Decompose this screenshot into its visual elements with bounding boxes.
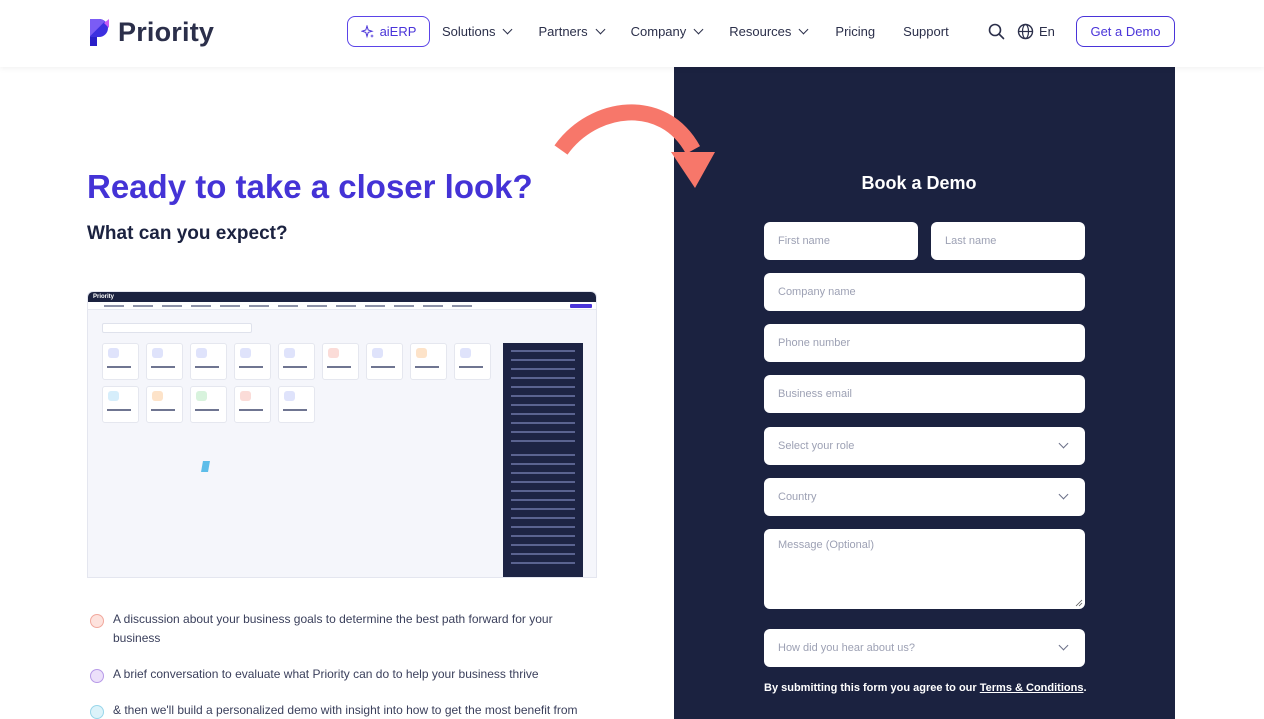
bullet-dot [90,614,104,628]
nav-resources-label: Resources [729,24,792,39]
brand-name: Priority [118,16,215,47]
brand-logo[interactable]: Priority [87,15,214,49]
main-nav: aiERP Solutions Partners Company Resourc… [347,16,949,47]
nav-support[interactable]: Support [903,24,949,39]
screenshot-tile [278,343,315,380]
company-name-field[interactable]: Company name [764,273,1085,311]
terms-prefix: By submitting this form you agree to our [764,682,980,694]
nav-support-label: Support [903,24,949,39]
last-name-field[interactable]: Last name [931,222,1085,260]
site-header: Priority aiERP Solutions Partners Compan… [0,0,1264,67]
terms-notice: By submitting this form you agree to our… [764,682,1087,694]
bullet-text: A discussion about your business goals t… [113,612,553,645]
screenshot-tile [454,343,491,380]
globe-icon[interactable] [1017,23,1034,40]
nav-pricing[interactable]: Pricing [835,24,875,39]
product-screenshot: Priority [87,291,597,578]
list-item: & then we'll build a personalized demo w… [87,701,597,719]
message-textarea[interactable]: Message (Optional) [764,529,1085,609]
nav-solutions[interactable]: Solutions [442,24,513,39]
chevron-down-icon [798,24,809,35]
bullet-text: A brief conversation to evaluate what Pr… [113,667,539,681]
list-item: A brief conversation to evaluate what Pr… [87,665,597,684]
chevron-down-icon [1058,640,1069,651]
nav-solutions-label: Solutions [442,24,496,39]
chevron-down-icon [1058,438,1069,449]
phone-number-field[interactable]: Phone number [764,324,1085,362]
resize-handle-icon[interactable] [1075,599,1083,607]
aierp-label: aiERP [379,24,417,39]
bullet-text: & then we'll build a personalized demo w… [113,703,578,717]
get-a-demo-button[interactable]: Get a Demo [1076,16,1175,47]
screenshot-tile [102,386,139,423]
chevron-down-icon [693,24,704,35]
nav-partners[interactable]: Partners [538,24,606,39]
language-selector[interactable]: En [1039,24,1055,39]
screenshot-tile [234,343,271,380]
list-item: A discussion about your business goals t… [87,610,597,648]
screenshot-search [102,323,252,333]
screenshot-app-name: Priority [93,294,115,300]
screenshot-tile [410,343,447,380]
screenshot-tile [146,343,183,380]
search-icon[interactable] [988,23,1005,40]
priority-logo-icon [87,17,111,48]
chevron-down-icon [595,24,606,35]
page-subtitle: What can you expect? [87,223,288,244]
message-placeholder: Message (Optional) [778,539,874,551]
first-name-field[interactable]: First name [764,222,918,260]
country-select-value: Country [778,491,817,503]
chevron-down-icon [503,24,513,35]
terms-link[interactable]: Terms & Conditions [980,682,1084,694]
business-email-field[interactable]: Business email [764,375,1085,413]
screenshot-tile [234,386,271,423]
chevron-down-icon [1058,489,1069,500]
source-select-value: How did you hear about us? [778,642,915,654]
sparkle-icon [360,24,374,38]
screenshot-titlebar: Priority [88,292,596,302]
curved-arrow-icon [554,104,715,188]
nav-company[interactable]: Company [630,24,704,39]
screenshot-side-panel [503,343,583,577]
screenshot-tile [278,386,315,423]
screenshot-tile [146,386,183,423]
role-select-value: Select your role [778,440,855,452]
screenshot-tile [190,343,227,380]
screenshot-menubar [88,302,596,310]
country-select[interactable]: Country [764,478,1085,516]
page-title: Ready to take a closer look? [87,168,533,205]
nav-resources[interactable]: Resources [729,24,809,39]
aierp-button[interactable]: aiERP [347,16,430,47]
nav-partners-label: Partners [538,24,588,39]
cursor-icon [201,461,210,472]
terms-suffix: . [1083,682,1087,694]
screenshot-tile [190,386,227,423]
bullet-dot [90,669,104,683]
nav-pricing-label: Pricing [835,24,876,39]
source-select[interactable]: How did you hear about us? [764,629,1085,667]
bullet-dot [90,705,104,719]
screenshot-tile [102,343,139,380]
form-title: Book a Demo [861,173,977,193]
role-select[interactable]: Select your role [764,427,1085,465]
nav-company-label: Company [630,24,687,39]
screenshot-tile [322,343,359,380]
screenshot-tile [366,343,403,380]
